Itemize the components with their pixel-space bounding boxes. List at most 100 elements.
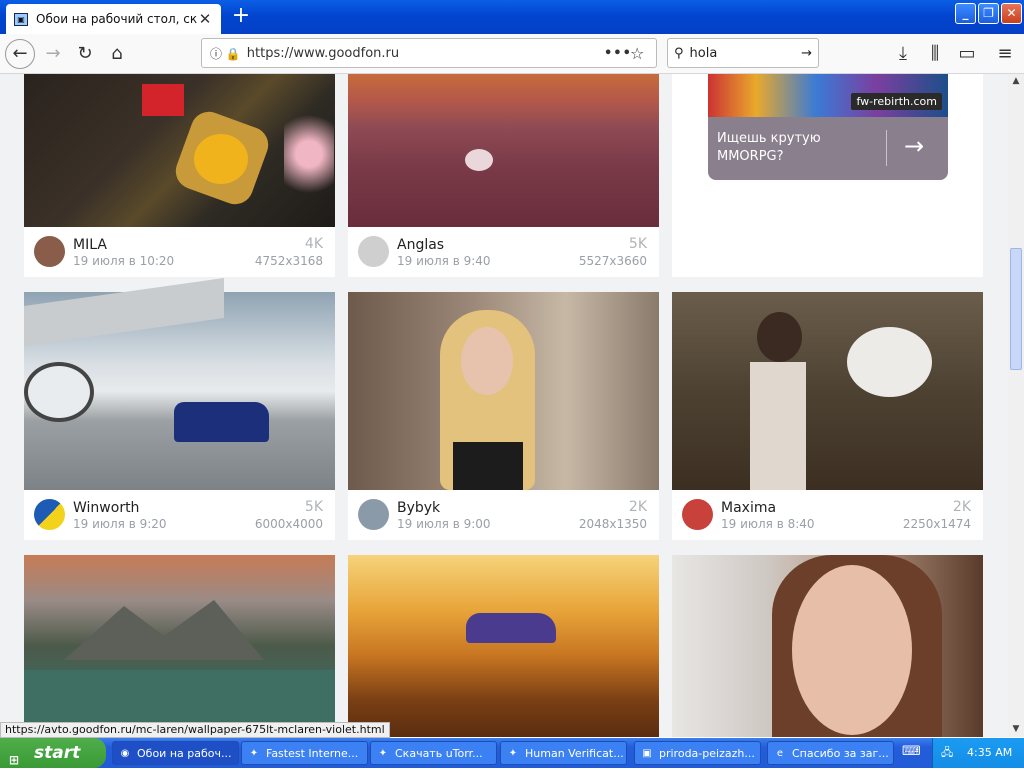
search-input[interactable]: hola xyxy=(684,46,802,61)
author-name[interactable]: Anglas xyxy=(397,237,444,253)
author-name[interactable]: MILA xyxy=(73,237,107,253)
upload-date: 19 июля в 9:40 xyxy=(397,254,491,268)
new-tab-button[interactable]: + xyxy=(231,5,251,27)
clock[interactable]: 4:35 AM xyxy=(967,738,1012,768)
view-count: 5K xyxy=(628,236,647,252)
start-label: start xyxy=(34,743,81,763)
card-meta: Anglas 19 июля в 9:40 5K 5527x3660 xyxy=(348,227,659,277)
menu-icon[interactable]: ≡ xyxy=(990,39,1020,69)
tab-close-icon[interactable]: ✕ xyxy=(197,10,213,28)
url-bar[interactable]: ⓘ 🔒 https://www.goodfon.ru ••• ☆ xyxy=(201,38,657,68)
downloads-icon[interactable]: ⤓ xyxy=(888,39,918,69)
restore-button[interactable]: ❐ xyxy=(978,3,999,24)
home-button[interactable]: ⌂ xyxy=(102,39,132,69)
wallpaper-thumbnail[interactable] xyxy=(24,74,335,227)
resolution: 2250x1474 xyxy=(902,517,971,531)
bookmark-star-icon[interactable]: ☆ xyxy=(630,44,656,63)
wallpaper-card[interactable]: Bybyk 19 июля в 9:00 2K 2048x1350 xyxy=(348,292,659,540)
minimize-button[interactable]: _ xyxy=(955,3,976,24)
taskbar-item-label: priroda-peizazh... xyxy=(659,747,755,760)
avatar[interactable] xyxy=(682,499,713,530)
taskbar-item[interactable]: ✦ Human Verificat... xyxy=(500,741,627,765)
keyboard-icon[interactable]: ⌨ xyxy=(902,744,921,762)
advertisement[interactable]: fw-rebirth.com Ищешь крутую MMORPG? → xyxy=(708,74,948,180)
wallpaper-thumbnail[interactable] xyxy=(24,277,335,490)
view-count: 2K xyxy=(628,499,647,515)
car xyxy=(174,402,269,442)
wallpaper-thumbnail[interactable] xyxy=(672,555,983,737)
card-meta: Winworth 19 июля в 9:20 5K 6000x4000 xyxy=(24,490,335,540)
navigation-toolbar: ← → ↻ ⌂ ⓘ 🔒 https://www.goodfon.ru ••• ☆… xyxy=(0,34,1024,74)
page-actions-icon[interactable]: ••• xyxy=(604,46,631,61)
taskbar-item[interactable]: ✦ Скачать uTorr... xyxy=(370,741,497,765)
sidebar-icon[interactable]: ▭ xyxy=(952,39,982,69)
author-name[interactable]: Maxima xyxy=(721,500,776,516)
resolution: 5527x3660 xyxy=(578,254,647,268)
blossoms xyxy=(284,94,334,214)
search-icon: ⚲ xyxy=(674,45,684,61)
upload-date: 19 июля в 9:00 xyxy=(397,517,491,531)
ie-icon: e xyxy=(776,748,784,759)
wallpaper-card[interactable] xyxy=(672,555,983,737)
page-content: MILA 19 июля в 10:20 4K 4752x3168 Anglas… xyxy=(0,74,1008,737)
taskbar-item[interactable]: e Спасибо за заг... xyxy=(767,741,894,765)
scroll-thumb[interactable] xyxy=(1010,248,1022,370)
wallpaper-card[interactable]: Anglas 19 июля в 9:40 5K 5527x3660 xyxy=(348,74,659,277)
taskbar-item[interactable]: ▣ priroda-peizazh... xyxy=(634,741,761,765)
avatar[interactable] xyxy=(358,499,389,530)
network-icon[interactable]: 🖧 xyxy=(941,738,953,768)
wallpaper-thumbnail[interactable] xyxy=(672,292,983,490)
face xyxy=(792,565,912,735)
wallpaper-card[interactable] xyxy=(24,555,335,737)
wallpaper-card[interactable]: MILA 19 июля в 10:20 4K 4752x3168 xyxy=(24,74,335,277)
face xyxy=(461,327,513,395)
ad-text[interactable]: Ищешь крутую MMORPG? xyxy=(717,130,882,166)
top xyxy=(453,442,523,490)
url-text[interactable]: https://www.goodfon.ru xyxy=(247,46,604,61)
card-meta: Maxima 19 июля в 8:40 2K 2250x1474 xyxy=(672,490,983,540)
avatar[interactable] xyxy=(34,499,65,530)
close-window-button[interactable]: ✕ xyxy=(1001,3,1022,24)
taskbar-item-label: Human Verificat... xyxy=(525,747,624,760)
back-button[interactable]: ← xyxy=(5,39,35,69)
taskbar-item-label: Спасибо за заг... xyxy=(792,747,889,760)
browser-tab[interactable]: ▣ Обои на рабочий стол, скачать ✕ xyxy=(6,4,221,34)
ad-brand[interactable]: fw-rebirth.com xyxy=(851,93,942,110)
search-box[interactable]: ⚲ hola → xyxy=(667,38,819,68)
library-icon[interactable]: ⫼ xyxy=(920,39,950,69)
tree xyxy=(465,149,493,171)
owl xyxy=(847,327,932,397)
reload-button[interactable]: ↻ xyxy=(70,39,100,69)
taskbar-item[interactable]: ✦ Fastest Interne... xyxy=(241,741,368,765)
airplane-wing xyxy=(24,277,224,347)
wallpaper-card[interactable]: Maxima 19 июля в 8:40 2K 2250x1474 xyxy=(672,292,983,540)
start-button[interactable]: ⊞ start xyxy=(0,738,106,768)
wallpaper-thumbnail[interactable] xyxy=(24,555,335,737)
view-count: 4K xyxy=(304,236,323,252)
scroll-up-icon[interactable]: ▲ xyxy=(1010,76,1022,86)
scroll-down-icon[interactable]: ▼ xyxy=(1010,724,1022,734)
wallpaper-thumbnail[interactable] xyxy=(348,74,659,227)
dress xyxy=(750,362,806,490)
wallpaper-thumbnail[interactable] xyxy=(348,555,659,737)
forward-button[interactable]: → xyxy=(38,39,68,69)
app-icon: ✦ xyxy=(249,748,259,759)
author-name[interactable]: Bybyk xyxy=(397,500,440,516)
wallpaper-card[interactable] xyxy=(348,555,659,737)
taskbar-item[interactable]: ◉ Обои на рабоч... xyxy=(112,741,239,765)
app-icon: ✦ xyxy=(508,748,518,759)
wallpaper-card[interactable]: Winworth 19 июля в 9:20 5K 6000x4000 xyxy=(24,277,335,540)
avatar[interactable] xyxy=(34,236,65,267)
card-meta: Bybyk 19 июля в 9:00 2K 2048x1350 xyxy=(348,490,659,540)
avatar[interactable] xyxy=(358,236,389,267)
wallpaper-thumbnail[interactable] xyxy=(348,292,659,490)
taskbar: ⊞ start ◉ Обои на рабоч... ✦ Fastest Inter… xyxy=(0,738,1024,768)
tab-title: Обои на рабочий стол, скачать xyxy=(36,12,197,26)
status-bar: https://avto.goodfon.ru/mc-laren/wallpap… xyxy=(0,722,390,738)
search-go-icon[interactable]: → xyxy=(801,46,812,61)
vertical-scrollbar[interactable]: ▲ ▼ xyxy=(1008,74,1024,737)
arrow-right-icon[interactable]: → xyxy=(904,132,924,160)
ad-divider xyxy=(886,130,887,166)
info-icon[interactable]: ⓘ 🔒 xyxy=(210,45,241,62)
author-name[interactable]: Winworth xyxy=(73,500,139,516)
